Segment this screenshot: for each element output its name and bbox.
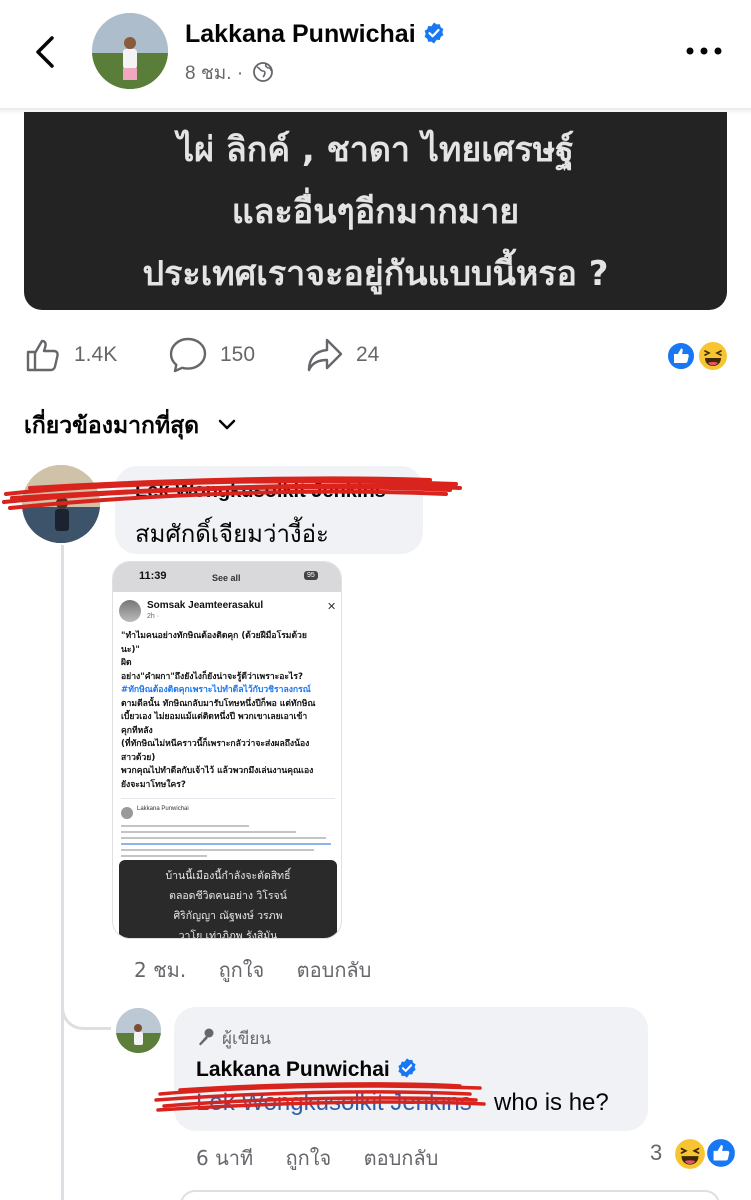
screenshot-quoted-image-line: บ้านนี้เมืองนี้กำลังจะตัดสิทธิ์ <box>165 870 291 882</box>
screenshot-line: อย่าง"คำผกา"ถึงยังไงก็ยังน่าจะรู้ดีว่าเพ… <box>121 671 303 682</box>
share-button[interactable]: 24 <box>306 336 379 374</box>
screenshot-quoted-post: Lakkana Punwichai <box>121 798 335 858</box>
globe-icon <box>253 62 274 82</box>
next-comment-bubble[interactable] <box>180 1190 720 1200</box>
post-header: Lakkana Punwichai 8 ชม. · <box>0 0 751 110</box>
reply-avatar[interactable] <box>116 1008 161 1053</box>
screenshot-status-bar: 11:39 See all 95 <box>113 562 341 592</box>
screenshot-author: Somsak Jeamteerasakul <box>147 600 264 611</box>
post-image[interactable]: ไผ่ ลิกค์ , ชาดา ไทยเศรษฐ์ และอื่นๆอีกมา… <box>24 112 727 310</box>
screenshot-line: ผิด <box>121 658 132 668</box>
more-icon[interactable] <box>683 44 725 58</box>
reply-author-name-text[interactable]: Lakkana Punwichai <box>196 1058 390 1081</box>
reply-mention[interactable]: Lek Wongkusolkit Jenkins <box>196 1089 472 1117</box>
screenshot-quoted-image-line: ตลอดชีวิตคนอย่าง วิโรจน์ <box>169 890 287 902</box>
screenshot-post-text: "ทำไมคนอย่างทักษิณต้องติดคุก (ด้วยฝีมือโ… <box>121 630 339 792</box>
screenshot-quoted-image-line: ศิริกัญญา ณัฐพงษ์ วรภพ <box>173 910 283 922</box>
haha-reaction-icon <box>673 1137 707 1171</box>
screenshot-line: พวกคุณไปทำดีลกับเจ้าไว้ แล้วพวกมึงเล่นงา… <box>121 766 314 776</box>
verified-badge-icon <box>398 1058 416 1078</box>
like-icon <box>26 339 59 372</box>
screenshot-time: 2h · <box>147 613 160 620</box>
like-count: 1.4K <box>74 343 118 366</box>
post-image-line: ไผ่ ลิกค์ , ชาดา ไทยเศรษฐ์ <box>177 130 574 170</box>
screenshot-line: (ที่ทักษิณไม่หนีคราวนี้ก็เพราะกลัวว่าจะส… <box>121 739 310 749</box>
reply-bubble[interactable]: ผู้เขียน Lakkana Punwichai Lek Wongkusol… <box>174 1007 648 1131</box>
comment-icon <box>169 337 207 373</box>
verified-badge-icon <box>424 22 444 44</box>
screenshot-line: เบี้ยวเอง ไม่ยอมแม้แต่ติดหนึ่งปี พวกเขาเ… <box>121 712 308 722</box>
screenshot-see-all: See all <box>212 573 241 583</box>
author-name[interactable]: Lakkana Punwichai <box>185 20 446 49</box>
comment-text: สมศักดิ์เจียมว่างี้อ่ะ <box>135 520 329 548</box>
screenshot-quoted-image-line: วาโย เท่าภิภพ รังสิมัน <box>178 930 278 939</box>
reply-reaction-count: 3 <box>650 1140 663 1165</box>
screenshot-hashtag: #ทักษิณต้องติดคุกเพราะไปทำดีลไว้กับวชิรา… <box>121 685 311 695</box>
screenshot-line: "ทำไมคนอย่างทักษิณต้องติดคุก (ด้วยฝีมือโ… <box>121 631 307 641</box>
reply-reply-button[interactable]: ตอบกลับ <box>364 1146 439 1170</box>
thread-line <box>61 545 64 1200</box>
haha-reaction-icon <box>697 340 729 372</box>
comment-bubble[interactable]: Lek Wongkusolkit Jenkins สมศักดิ์เจียมว่… <box>115 466 423 554</box>
like-button[interactable]: 1.4K <box>24 336 117 374</box>
author-badge: ผู้เขียน <box>196 1025 271 1052</box>
author-avatar[interactable] <box>92 13 168 89</box>
chevron-down-icon <box>219 419 236 430</box>
post-image-line: และอื่นๆอีกมากมาย <box>231 192 520 232</box>
post-time: 8 ชม. · <box>185 63 244 84</box>
post-meta: 8 ชม. · <box>185 58 274 88</box>
screenshot-quoted-author: Lakkana Punwichai <box>137 806 189 812</box>
screenshot-line: ตามดีลนั้น ทักษิณกลับมารับโทษหนึ่งปีก็พอ… <box>121 698 316 709</box>
comment-actions: 2 ชม. ถูกใจ ตอบกลับ <box>134 954 397 986</box>
author-badge-label: ผู้เขียน <box>222 1029 271 1049</box>
comment-time: 2 ชม. <box>134 958 187 982</box>
screenshot-line: คุกทีหลัง <box>121 725 153 736</box>
screenshot-line: สาวด้วย) <box>121 752 156 763</box>
reply-like-button[interactable]: ถูกใจ <box>286 1146 332 1170</box>
post-image-line: ประเทศเราจะอยู่กันแบบนี้หรอ ? <box>142 254 609 294</box>
screenshot-avatar <box>119 600 141 622</box>
screenshot-line: ยังจะมาโทษใคร? <box>121 779 186 790</box>
reply-actions: 6 นาที ถูกใจ ตอบกลับ <box>196 1142 464 1174</box>
reply-text: who is he? <box>494 1089 609 1116</box>
reply-author-name[interactable]: Lakkana Punwichai <box>196 1057 418 1082</box>
like-reaction-icon <box>666 341 696 371</box>
screenshot-quoted-avatar <box>121 807 133 819</box>
comment-filter[interactable]: เกี่ยวข้องมากที่สุด <box>24 408 237 444</box>
screenshot-clock: 11:39 <box>139 570 167 582</box>
microphone-icon <box>199 1028 214 1046</box>
screenshot-quoted-image: บ้านนี้เมืองนี้กำลังจะตัดสิทธิ์ ตลอดชีวิ… <box>119 860 337 939</box>
reaction-bar: 1.4K 150 24 <box>0 330 751 380</box>
share-count: 24 <box>356 343 380 366</box>
comment-reply-button[interactable]: ตอบกลับ <box>297 958 372 982</box>
close-icon: ✕ <box>327 601 337 613</box>
screenshot-quoted-text <box>121 825 335 861</box>
comment-like-button[interactable]: ถูกใจ <box>219 958 265 982</box>
comment-attached-image[interactable]: 11:39 See all 95 Somsak Jeamteerasakul 2… <box>112 561 342 939</box>
reply-time: 6 นาที <box>196 1146 254 1170</box>
reply-connector <box>61 980 111 1030</box>
screenshot-battery: 95 <box>304 571 318 580</box>
commenter-name[interactable]: Lek Wongkusolkit Jenkins <box>135 480 386 503</box>
comment-button[interactable]: 150 <box>168 336 255 374</box>
like-reaction-icon <box>705 1137 737 1169</box>
share-icon <box>307 338 343 372</box>
back-arrow-icon[interactable] <box>28 30 68 74</box>
commenter-avatar[interactable] <box>22 465 100 543</box>
author-name-text[interactable]: Lakkana Punwichai <box>185 20 416 48</box>
screenshot-line: นะ)" <box>121 644 140 655</box>
comment-count: 150 <box>220 343 256 366</box>
comment-filter-label[interactable]: เกี่ยวข้องมากที่สุด <box>24 412 199 438</box>
